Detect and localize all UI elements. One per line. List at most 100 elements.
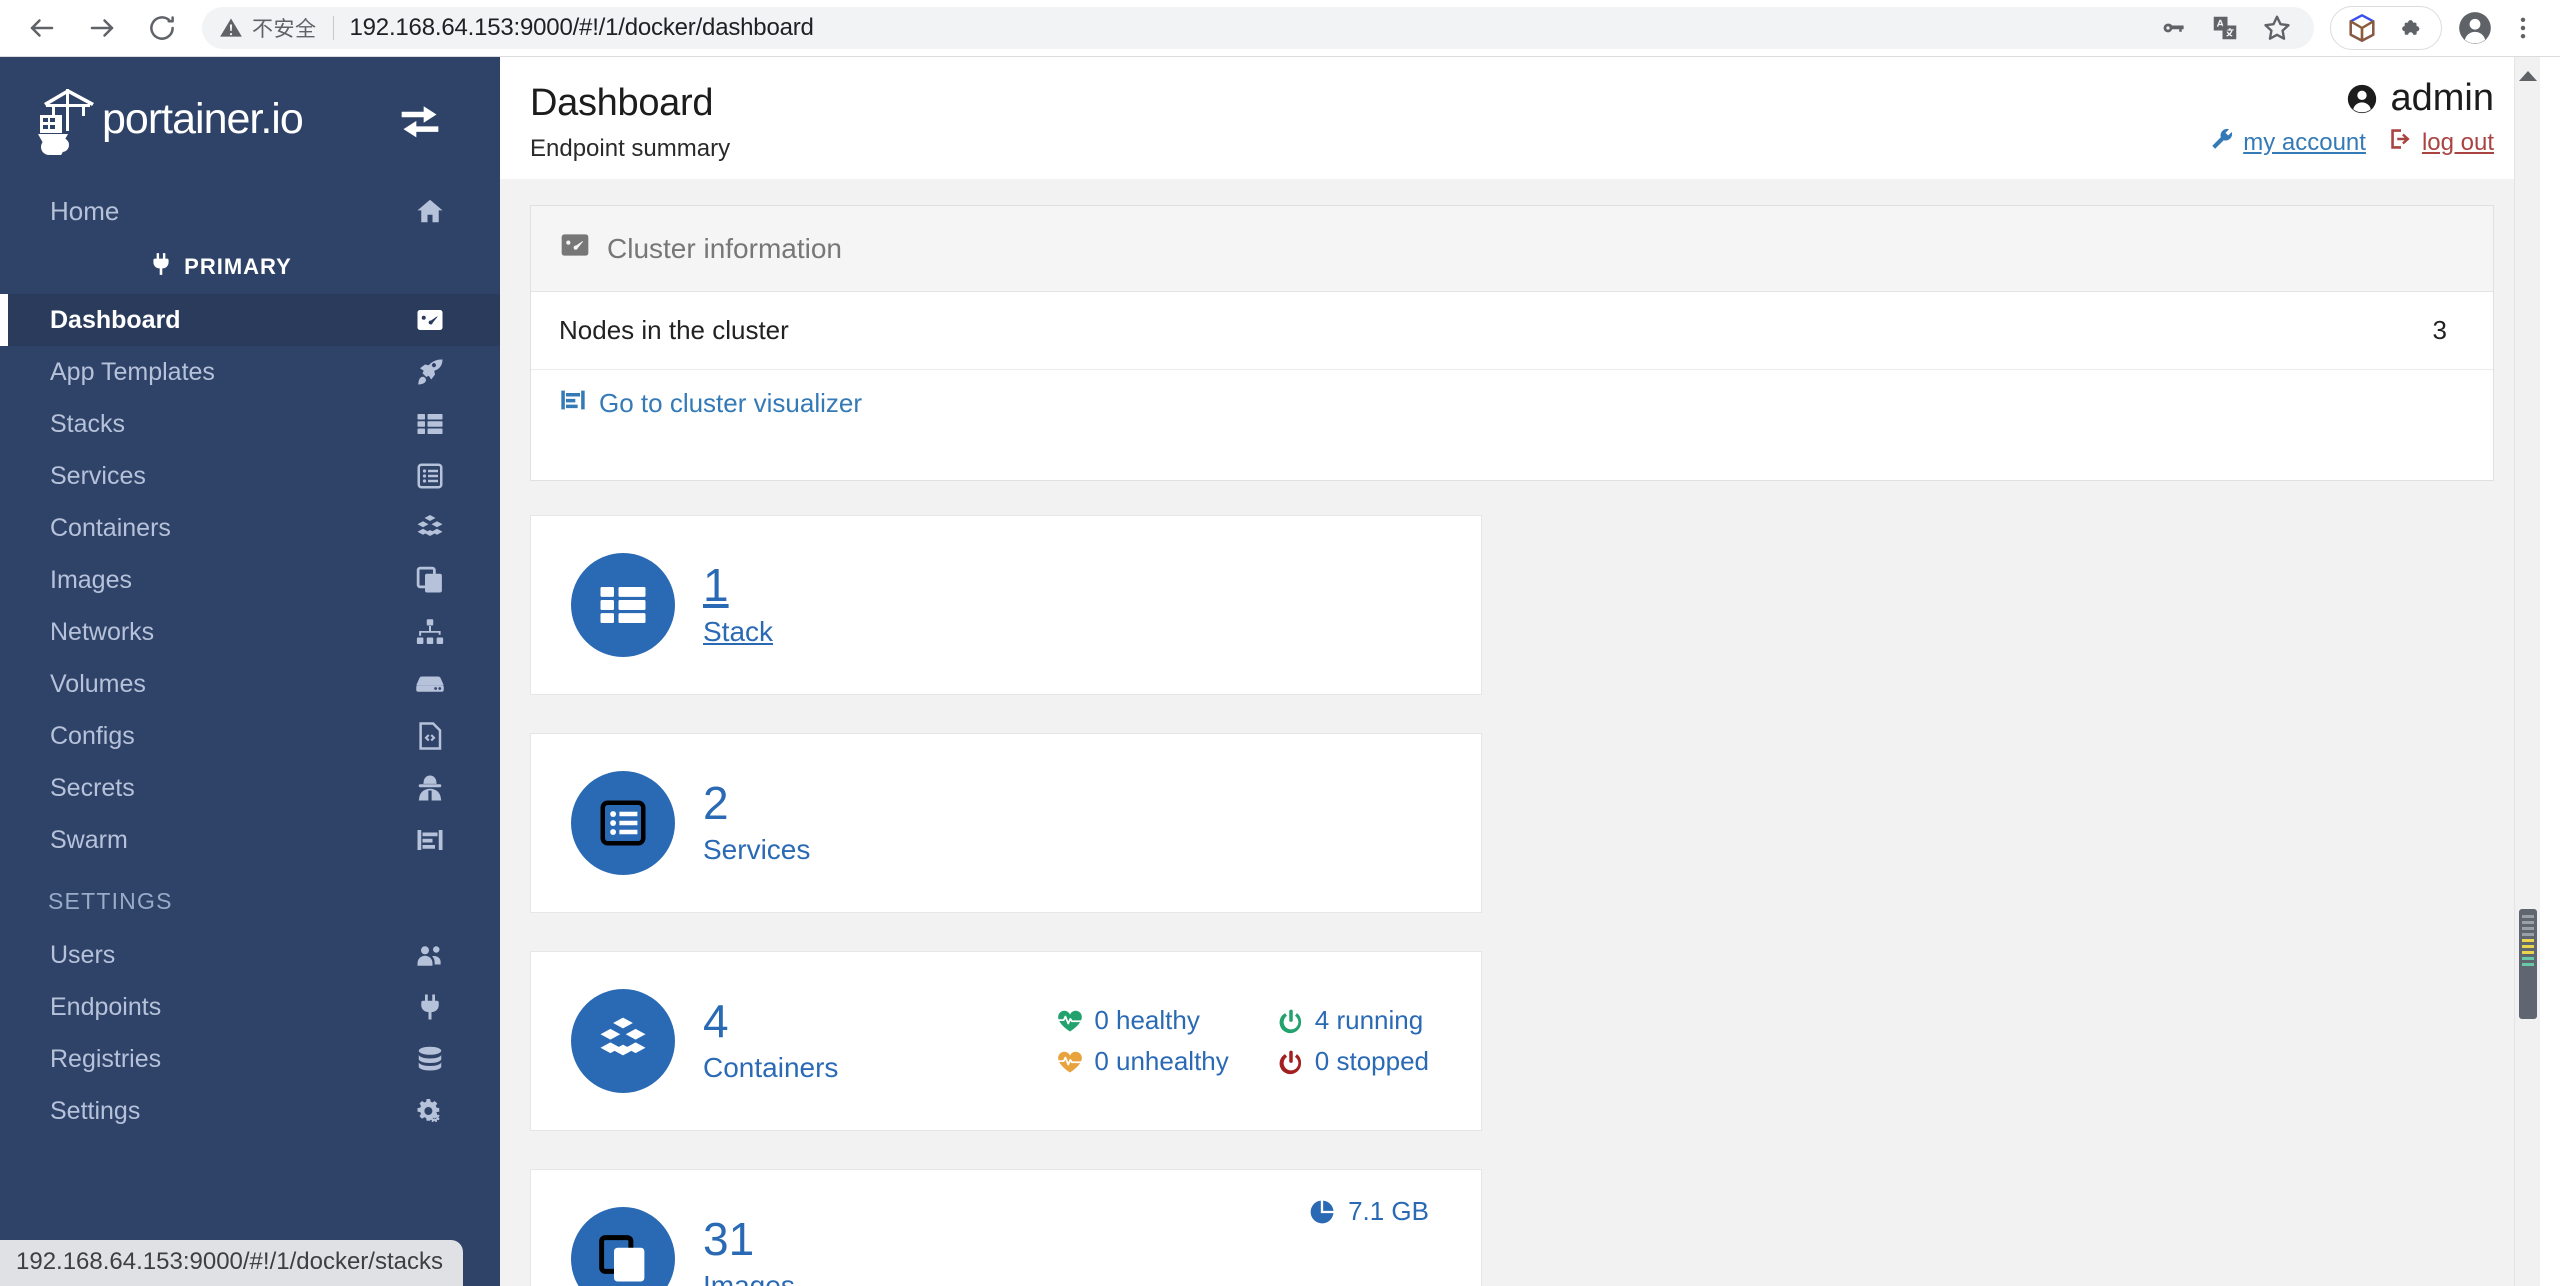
page-title: Dashboard	[530, 82, 714, 124]
dashboard-cards: 1 Stack 2 Services 4 Containers 0 healthy 4 run…	[530, 515, 2494, 1286]
users-group-icon	[408, 940, 452, 970]
container-status-grid: 0 healthy 4 running 0 unhealthy 0 stopped	[1056, 1005, 1443, 1077]
my-account-link[interactable]: my account	[2209, 126, 2366, 159]
reload-button[interactable]	[134, 0, 190, 56]
puzzle-extension-button[interactable]	[2389, 7, 2431, 49]
main-content: Dashboard Endpoint summary admin my acco…	[500, 57, 2540, 1286]
stat-card-icon-circle	[571, 553, 675, 657]
sidebar-item-dashboard[interactable]: Dashboard	[0, 294, 500, 346]
sidebar-item-configs[interactable]: Configs	[0, 710, 500, 762]
back-button[interactable]	[14, 0, 70, 56]
stat-card-services[interactable]: 2 Services	[530, 733, 1482, 913]
stat-card-icon-circle	[571, 989, 675, 1093]
sidebar-item-secrets[interactable]: Secrets	[0, 762, 500, 814]
stat-card-value[interactable]: 31	[703, 1215, 795, 1263]
address-bar[interactable]: 不安全 192.168.64.153:9000/#!/1/docker/dash…	[202, 7, 2314, 49]
browser-toolbar: 不安全 192.168.64.153:9000/#!/1/docker/dash…	[0, 0, 2560, 57]
stat-card-value[interactable]: 4	[703, 997, 838, 1045]
heartbeat-icon	[1058, 1051, 1083, 1072]
extension-cube-icon	[2349, 14, 2375, 42]
sidebar-item-label: Home	[50, 195, 120, 226]
page-scrollbar[interactable]	[2514, 57, 2540, 1286]
user-block: admin my account log out	[2209, 77, 2494, 159]
stat-card-text: 1 Stack	[703, 561, 773, 649]
sidebar-item-services[interactable]: Services	[0, 450, 500, 502]
image-size-chip: 7.1 GB	[1308, 1196, 1443, 1227]
database-icon	[408, 1044, 452, 1074]
user-name-label: admin	[2390, 77, 2495, 119]
stat-card-images[interactable]: 31 Images 7.1 GB	[530, 1169, 1482, 1286]
omnibox-divider	[332, 16, 334, 40]
browser-menu-button[interactable]	[2502, 7, 2544, 49]
dashboard-gauge-icon	[408, 305, 452, 335]
security-label: 不安全	[252, 18, 317, 41]
status-chip-label: 0 healthy	[1094, 1005, 1200, 1035]
stat-card-label[interactable]: Images	[703, 1270, 795, 1286]
portainer-crane-icon	[38, 88, 94, 155]
sidebar-primary-endpoint: PRIMARY	[0, 240, 500, 294]
sidebar-item-home[interactable]: Home	[0, 182, 500, 240]
sidebar-item-app-templates[interactable]: App Templates	[0, 346, 500, 398]
stat-card-stack[interactable]: 1 Stack	[530, 515, 1482, 695]
page-subtitle: Endpoint summary	[530, 135, 731, 162]
security-indicator[interactable]: 不安全	[218, 13, 317, 43]
stacks-list-icon	[408, 409, 452, 439]
sidebar-item-settings[interactable]: Settings	[0, 1085, 500, 1137]
sidebar-item-label: Volumes	[50, 669, 146, 698]
gears-icon	[408, 1096, 452, 1126]
volume-hdd-icon	[416, 676, 444, 692]
sidebar-settings-list: Users Endpoints Registries Settings	[0, 929, 500, 1137]
stat-card-label[interactable]: Stack	[703, 616, 773, 648]
images-clone-icon	[408, 565, 452, 595]
log-out-link[interactable]: log out	[2388, 126, 2494, 159]
stat-card-value[interactable]: 2	[703, 779, 810, 827]
stat-card-text: 2 Services	[703, 779, 810, 867]
rocket-icon	[418, 359, 443, 385]
profile-button[interactable]	[2454, 7, 2496, 49]
sidebar: portainer.io Home PRIMARY Dashboard App T…	[0, 57, 500, 1286]
sidebar-brand[interactable]: portainer.io	[0, 57, 500, 182]
containers-cubes-icon	[600, 1017, 646, 1056]
services-list-icon	[408, 461, 452, 491]
sidebar-item-endpoints[interactable]: Endpoints	[0, 981, 500, 1033]
sign-out-icon	[2388, 126, 2414, 159]
sidebar-item-label: Dashboard	[50, 305, 181, 334]
extension-cube-button[interactable]	[2341, 7, 2383, 49]
configs-file-code-icon	[419, 722, 442, 750]
translate-icon	[2213, 16, 2237, 40]
sidebar-brand-label: portainer.io	[102, 95, 304, 143]
stacks-list-icon	[417, 414, 443, 434]
puzzle-extension-icon	[2402, 20, 2421, 35]
bookmark-star-icon	[2264, 15, 2290, 40]
sidebar-toggle-button[interactable]	[395, 98, 445, 142]
stat-card-label[interactable]: Services	[703, 834, 810, 866]
forward-button[interactable]	[74, 0, 130, 56]
dashboard-gauge-icon	[559, 229, 591, 268]
sidebar-item-stacks[interactable]: Stacks	[0, 398, 500, 450]
cluster-panel-header: Cluster information	[531, 206, 2493, 292]
sidebar-item-label: Registries	[50, 1044, 162, 1073]
sidebar-item-label: Endpoints	[50, 992, 162, 1021]
scrollbar-thumb[interactable]	[2519, 909, 2537, 1019]
sidebar-item-swarm[interactable]: Swarm	[0, 814, 500, 866]
bookmark-button[interactable]	[2256, 7, 2298, 49]
sidebar-item-label: Users	[50, 940, 116, 969]
cluster-visualizer-link[interactable]: Go to cluster visualizer	[559, 386, 862, 421]
scrollbar-up-arrow[interactable]	[2515, 63, 2540, 89]
sidebar-item-networks[interactable]: Networks	[0, 606, 500, 658]
password-key-button[interactable]	[2152, 7, 2194, 49]
stat-card-label[interactable]: Containers	[703, 1052, 838, 1084]
sidebar-item-images[interactable]: Images	[0, 554, 500, 606]
stat-card-containers[interactable]: 4 Containers 0 healthy 4 running 0 unhealthy…	[530, 951, 1482, 1131]
sidebar-item-users[interactable]: Users	[0, 929, 500, 981]
translate-button[interactable]	[2204, 7, 2246, 49]
sidebar-item-containers[interactable]: Containers	[0, 502, 500, 554]
stat-card-value[interactable]: 1	[703, 561, 773, 609]
user-circle-icon	[2347, 84, 2376, 113]
secrets-user-secret-icon	[408, 773, 452, 803]
sidebar-item-registries[interactable]: Registries	[0, 1033, 500, 1085]
secrets-user-secret-icon	[418, 775, 442, 801]
sidebar-settings-heading: SETTINGS	[48, 888, 173, 914]
networks-sitemap-icon	[408, 617, 452, 647]
sidebar-item-volumes[interactable]: Volumes	[0, 658, 500, 710]
